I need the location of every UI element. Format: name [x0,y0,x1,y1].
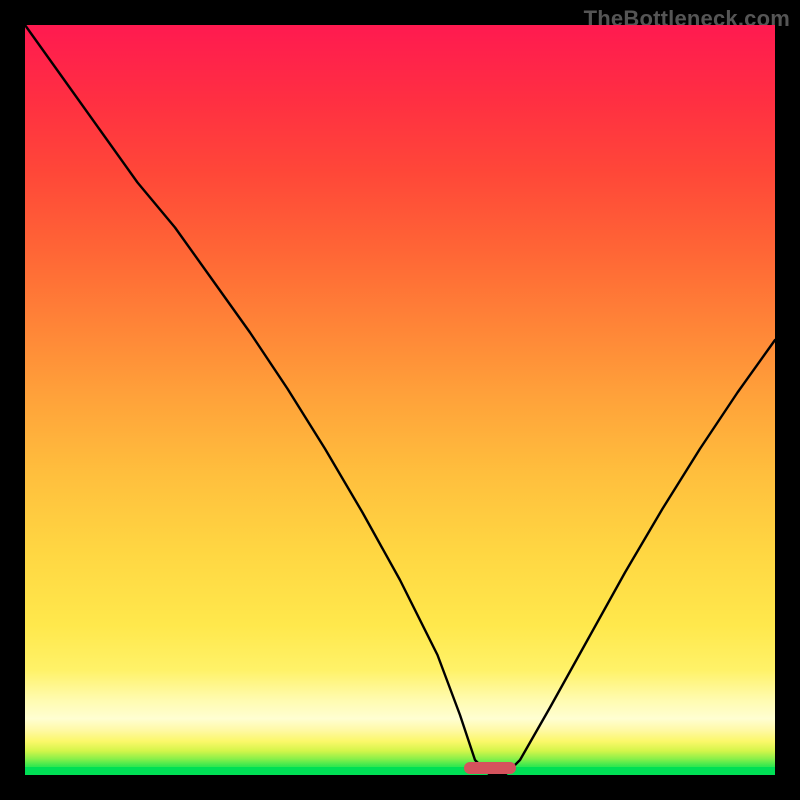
chart-frame: TheBottleneck.com [0,0,800,800]
bottleneck-curve [25,25,775,775]
plot-area [25,25,775,775]
optimal-marker-pill [464,762,517,774]
